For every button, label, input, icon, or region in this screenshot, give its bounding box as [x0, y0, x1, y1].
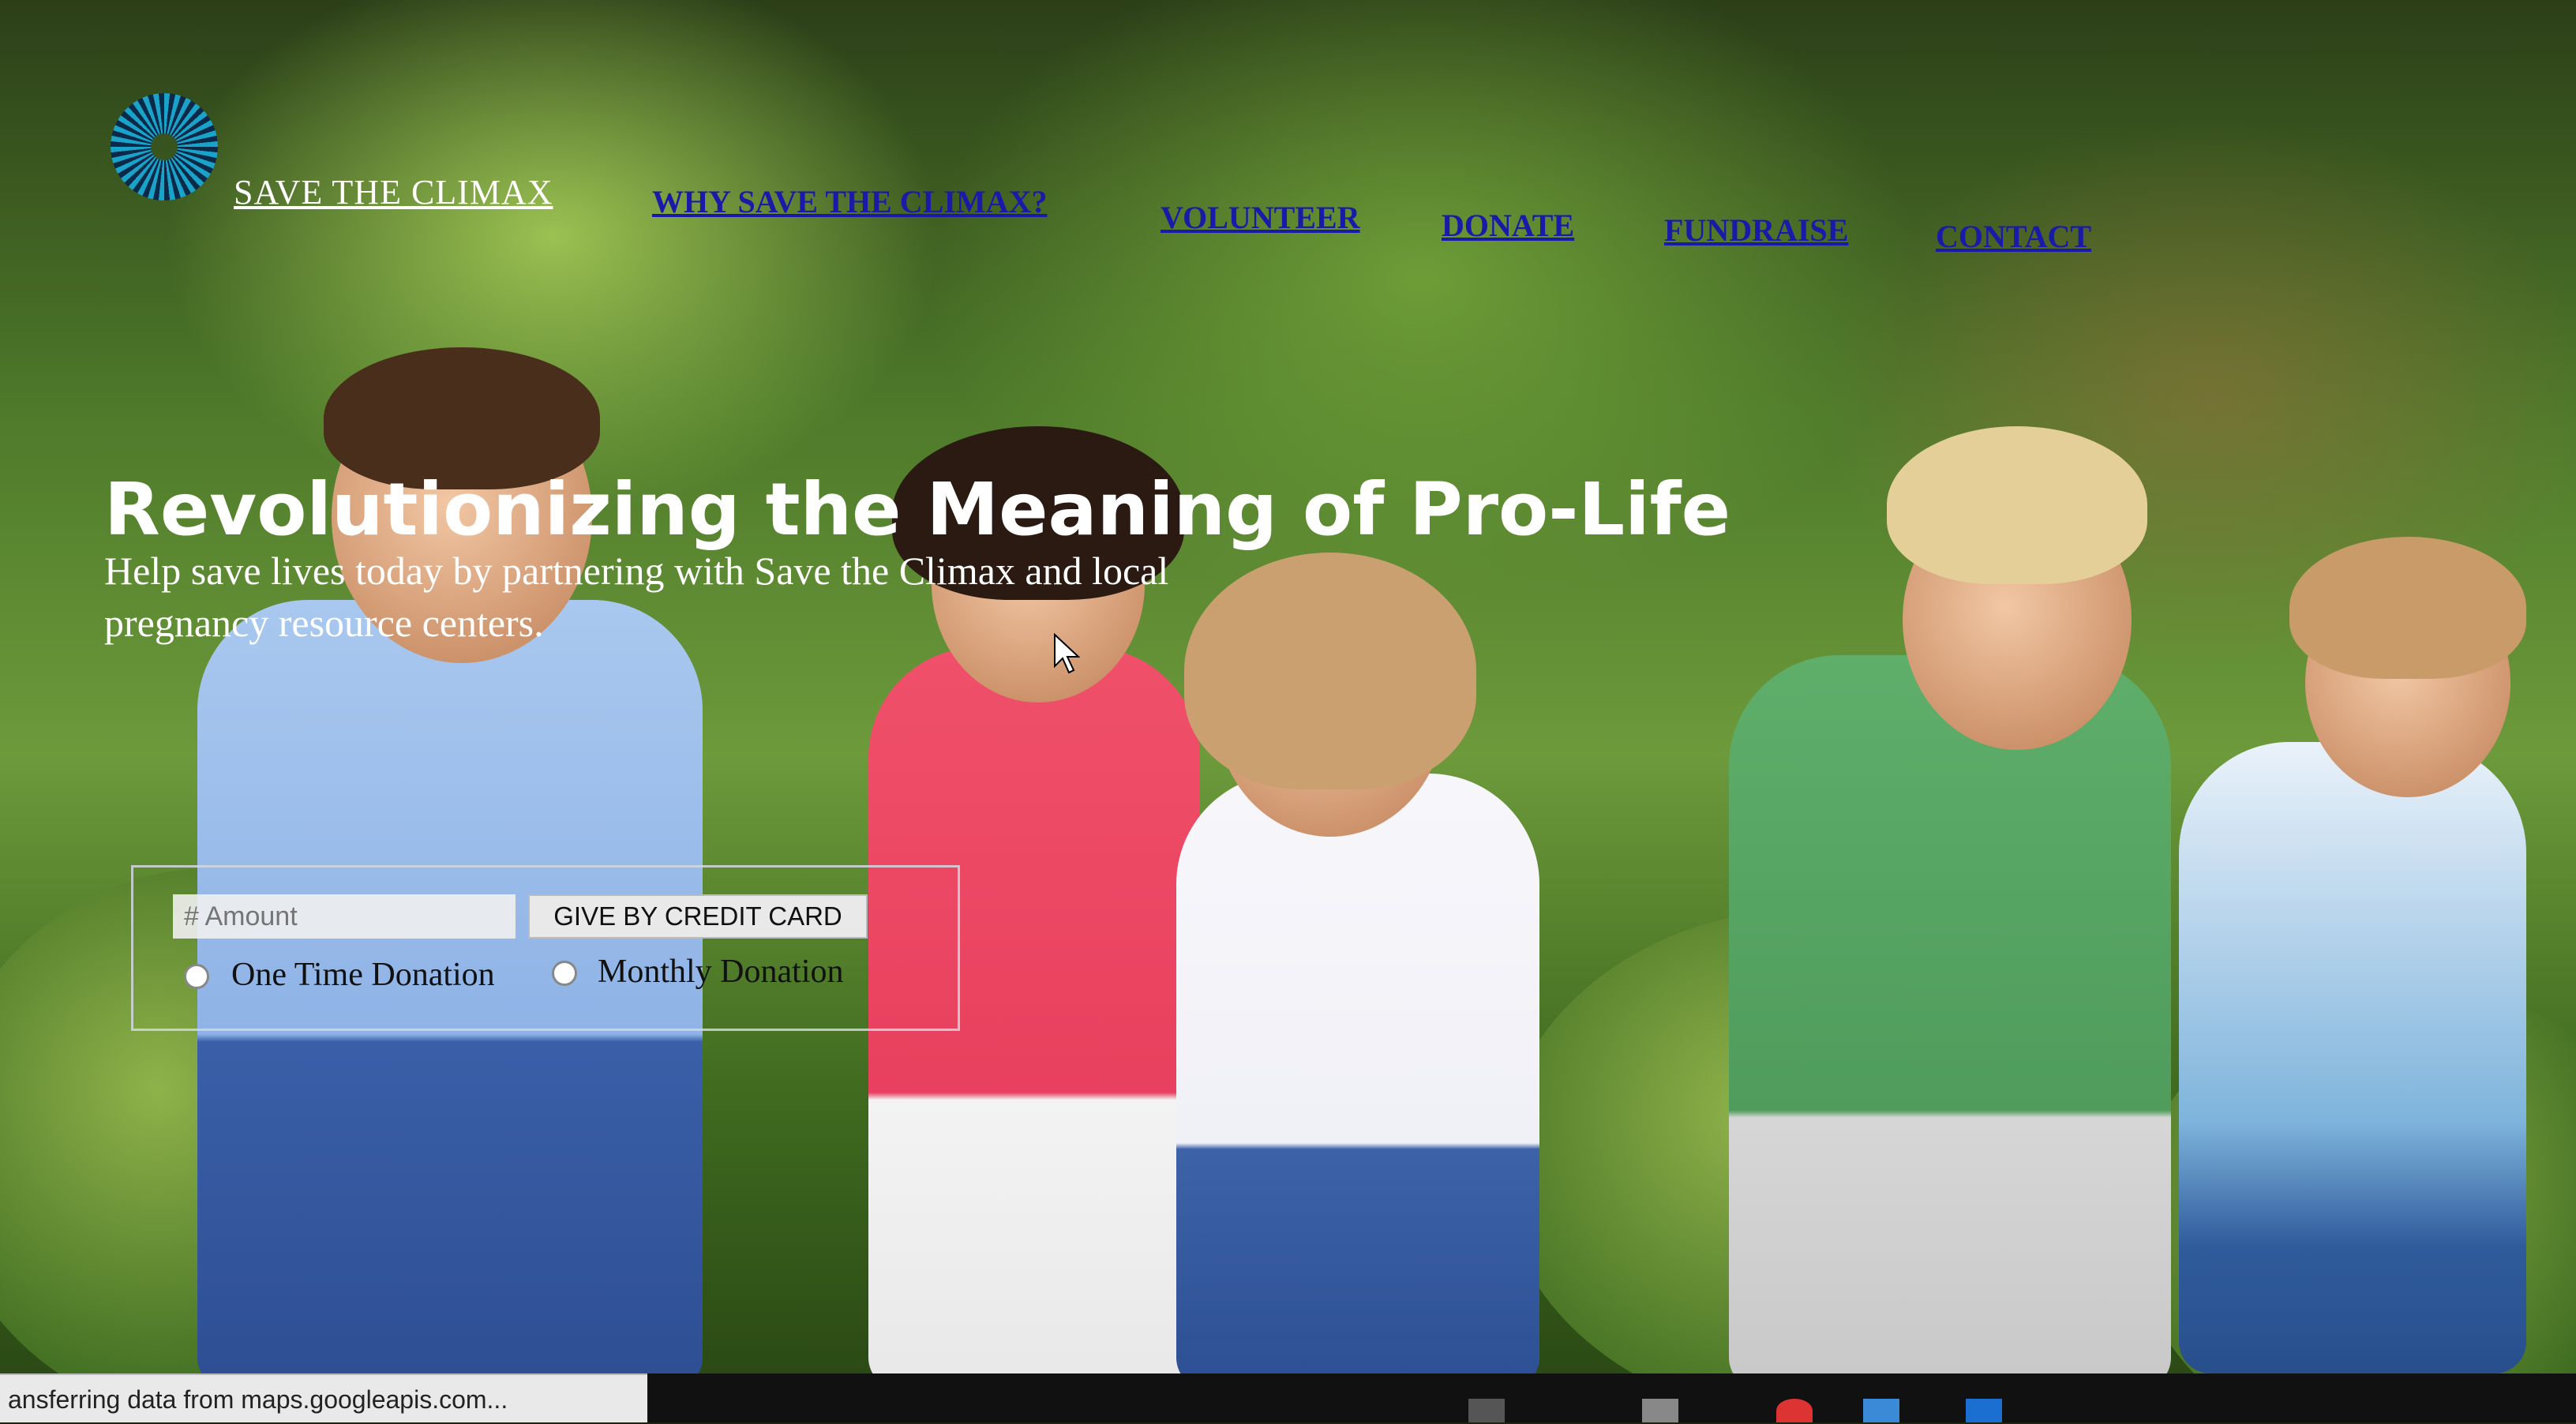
- child-figure: [2179, 742, 2526, 1373]
- one-time-donation-radio[interactable]: [184, 964, 209, 989]
- taskbar-app-icon[interactable]: [1468, 1399, 1505, 1422]
- amount-input[interactable]: [173, 894, 516, 939]
- monthly-donation-radio[interactable]: [552, 961, 577, 986]
- donation-form: GIVE BY CREDIT CARD One Time Donation Mo…: [131, 865, 960, 1031]
- brand-home-link[interactable]: SAVE THE CLIMAX: [234, 172, 553, 212]
- nav-donate[interactable]: DONATE: [1442, 207, 1574, 244]
- one-time-donation-label: One Time Donation: [231, 957, 495, 993]
- browser-status-bar: ansferring data from maps.googleapis.com…: [0, 1373, 647, 1422]
- child-figure: [2289, 537, 2526, 679]
- taskbar: [647, 1373, 2576, 1422]
- give-by-credit-card-button[interactable]: GIVE BY CREDIT CARD: [528, 894, 868, 939]
- taskbar-app-icon[interactable]: [1642, 1399, 1678, 1422]
- hero-headline: Revolutionizing the Meaning of Pro-Life: [104, 467, 1731, 552]
- logo-icon[interactable]: [111, 93, 218, 200]
- child-figure: [1729, 655, 2171, 1373]
- nav-fundraise[interactable]: FUNDRAISE: [1664, 212, 1848, 249]
- child-figure: [1176, 774, 1539, 1373]
- nav-volunteer[interactable]: VOLUNTEER: [1161, 199, 1360, 236]
- monthly-donation-label: Monthly Donation: [598, 954, 844, 990]
- child-figure: [1887, 426, 2147, 584]
- taskbar-browser-icon[interactable]: [1776, 1399, 1813, 1422]
- mouse-cursor-icon: [1053, 632, 1081, 678]
- hero-subtext: Help save lives today by partnering with…: [104, 549, 1169, 645]
- taskbar-app-icon[interactable]: [1863, 1399, 1899, 1422]
- taskbar-app-icon[interactable]: [1966, 1399, 2002, 1422]
- nav-why-save-the-climax[interactable]: WHY SAVE THE CLIMAX?: [652, 183, 1047, 220]
- nav-contact[interactable]: CONTACT: [1936, 218, 2091, 255]
